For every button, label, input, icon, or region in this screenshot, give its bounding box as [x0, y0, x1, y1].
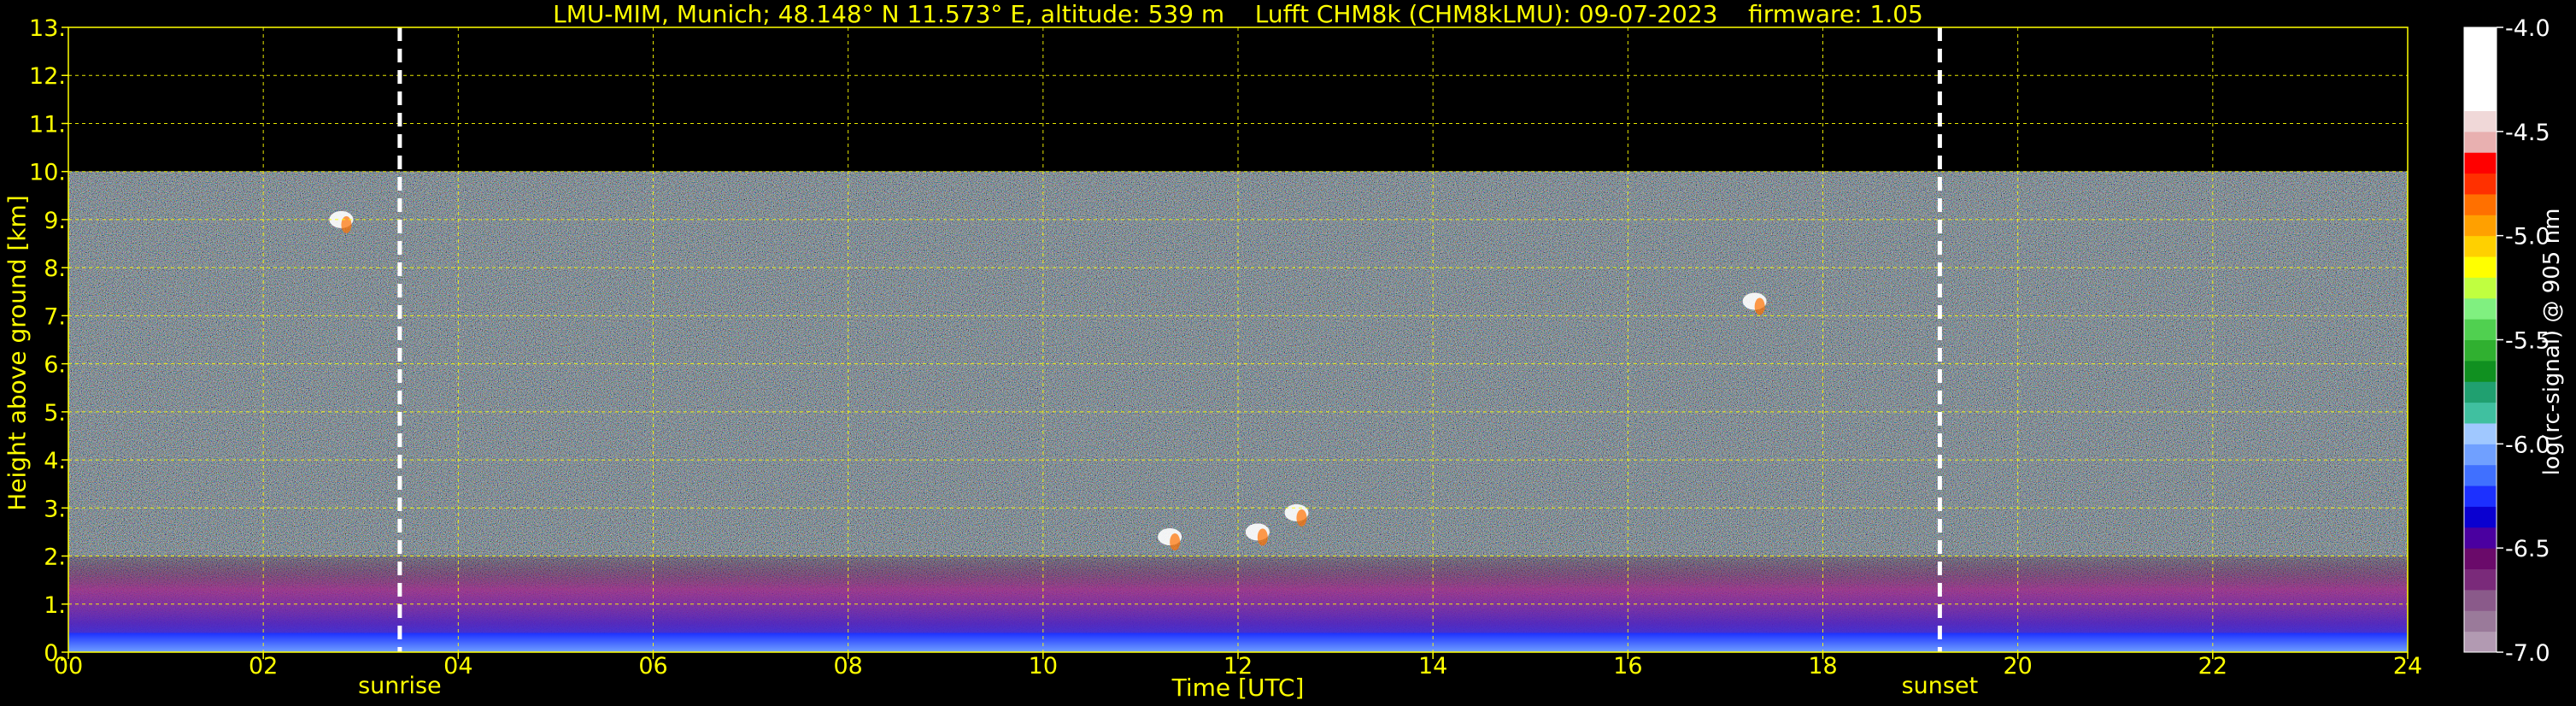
y-tick-label: 0. [44, 640, 66, 667]
colorbar-segment [2464, 589, 2497, 611]
x-tick-label: 02 [249, 653, 278, 680]
y-tick-label: 11. [29, 111, 66, 138]
colorbar-segment [2464, 381, 2497, 403]
y-tick-label: 8. [44, 256, 66, 282]
x-tick-label: 08 [833, 653, 862, 680]
colorbar-segment [2464, 90, 2497, 111]
colorbar-segment [2464, 527, 2497, 549]
colorbar-tick-label: -7.0 [2505, 640, 2550, 667]
colorbar-tick-label: -5.5 [2505, 328, 2550, 355]
cloud-edge [1170, 533, 1181, 551]
colorbar-tick-label: -4.0 [2505, 15, 2550, 42]
colorbar-tick-label: -5.0 [2505, 224, 2550, 250]
colorbar-tick-label: -6.5 [2505, 536, 2550, 562]
colorbar-segment [2464, 568, 2497, 591]
y-tick-label: 10. [29, 160, 66, 186]
colorbar-segment [2464, 235, 2497, 257]
sunset-label: sunset [1902, 673, 1979, 699]
colorbar-segment [2464, 152, 2497, 174]
y-tick-label: 5. [44, 400, 66, 427]
colorbar-segment [2464, 27, 2497, 49]
colorbar-segment [2464, 506, 2497, 528]
colorbar-segment [2464, 444, 2497, 466]
x-tick-label: 18 [1808, 653, 1837, 680]
colorbar-segment [2464, 215, 2497, 237]
cloud-edge [1754, 297, 1765, 315]
colorbar-segment [2464, 173, 2497, 195]
y-tick-label: 12. [29, 63, 66, 90]
x-tick-label: 16 [1613, 653, 1642, 680]
cloud-edge [1296, 509, 1307, 527]
colorbar-segment [2464, 631, 2497, 653]
x-tick-label: 10 [1029, 653, 1058, 680]
x-tick-label: 22 [2198, 653, 2227, 680]
x-tick-label: 14 [1418, 653, 1447, 680]
colorbar-segment [2464, 297, 2497, 320]
y-tick-label: 6. [44, 352, 66, 379]
colorbar-segment [2464, 277, 2497, 299]
y-tick-label: 4. [44, 448, 66, 474]
colorbar-tick-label: -6.0 [2505, 432, 2550, 458]
y-tick-label: 2. [44, 544, 66, 571]
colorbar-tick-label: -4.5 [2505, 120, 2550, 146]
colorbar-segment [2464, 360, 2497, 382]
plot-area [68, 27, 2408, 652]
colorbar-segment [2464, 610, 2497, 632]
colorbar-segment [2464, 464, 2497, 486]
x-tick-label: 20 [2003, 653, 2032, 680]
colorbar-segment [2464, 68, 2497, 91]
x-tick-label: 04 [443, 653, 472, 680]
x-tick-label: 06 [638, 653, 667, 680]
near-ground-layer [68, 632, 2408, 652]
y-tick-label: 9. [44, 208, 66, 234]
colorbar-segment [2464, 131, 2497, 153]
colorbar-segment [2464, 422, 2497, 444]
ceilometer-figure: LMU-MIM, Munich; 48.148° N 11.573° E, al… [0, 0, 2576, 706]
x-tick-label: 12 [1223, 653, 1253, 680]
colorbar-segment [2464, 193, 2497, 215]
y-tick-label: 13. [29, 15, 66, 42]
colorbar-segment [2464, 256, 2497, 278]
colorbar-segment [2464, 110, 2497, 132]
colorbar-segment [2464, 339, 2497, 362]
x-tick-label: 24 [2393, 653, 2422, 680]
colorbar: -4.0 -4.5 -5.0 -5.5 -6.0 -6.5 -7.0 [2463, 15, 2550, 667]
colorbar-segment [2464, 402, 2497, 424]
colorbar-segment [2464, 548, 2497, 570]
sunrise-label: sunrise [358, 673, 442, 699]
y-tick-label: 7. [44, 303, 66, 330]
chart-svg: sunrise sunset 00 02 04 06 08 10 12 14 16 18 20 22 24… [29, 15, 2550, 699]
y-tick-label: 3. [44, 496, 66, 522]
colorbar-segment [2464, 48, 2497, 70]
cloud-edge [1257, 528, 1268, 546]
y-tick-label: 1. [44, 592, 66, 619]
colorbar-segment [2464, 319, 2497, 340]
colorbar-segment [2464, 485, 2497, 507]
cloud-edge [341, 215, 352, 233]
